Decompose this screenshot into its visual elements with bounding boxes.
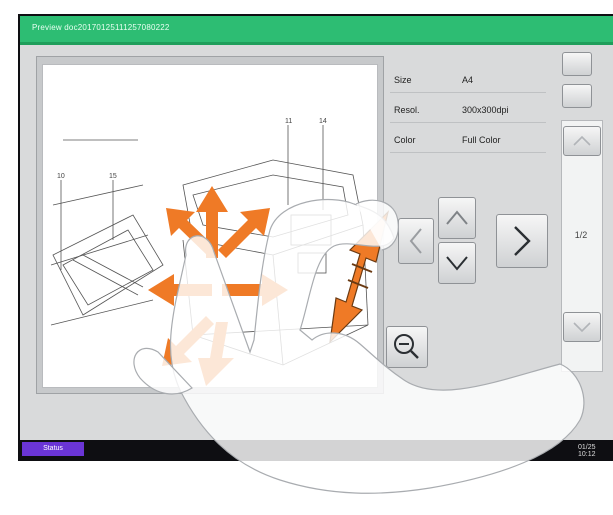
hand-illustration bbox=[133, 198, 585, 494]
gesture-overlay bbox=[133, 186, 585, 494]
